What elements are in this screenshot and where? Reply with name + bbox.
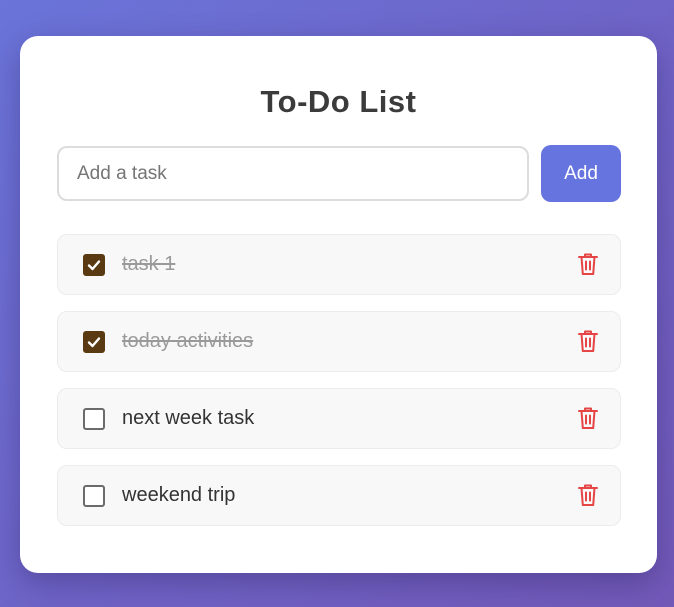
task-checkbox[interactable] [83, 254, 105, 276]
trash-icon [578, 484, 598, 506]
delete-button[interactable] [576, 405, 600, 433]
trash-icon [578, 330, 598, 352]
task-text: weekend trip [122, 484, 236, 506]
check-icon [87, 337, 101, 348]
task-item: task 1 [57, 234, 621, 295]
task-text: today activities [122, 330, 254, 352]
task-list: task 1 today activities next week task w… [57, 234, 621, 542]
todo-card: To-Do List Add task 1 today activities n… [20, 36, 657, 573]
task-checkbox[interactable] [83, 485, 105, 507]
check-icon [87, 260, 101, 271]
task-text: task 1 [122, 253, 176, 275]
add-button[interactable]: Add [541, 145, 621, 202]
delete-button[interactable] [576, 251, 600, 279]
task-item: next week task [57, 388, 621, 449]
task-checkbox[interactable] [83, 408, 105, 430]
trash-icon [578, 407, 598, 429]
trash-icon [578, 253, 598, 275]
task-item: weekend trip [57, 465, 621, 526]
task-input[interactable] [57, 146, 529, 201]
task-checkbox[interactable] [83, 331, 105, 353]
task-text: next week task [122, 407, 255, 429]
add-task-form: Add [57, 145, 621, 202]
delete-button[interactable] [576, 482, 600, 510]
delete-button[interactable] [576, 328, 600, 356]
page-title: To-Do List [260, 84, 417, 119]
task-item: today activities [57, 311, 621, 372]
